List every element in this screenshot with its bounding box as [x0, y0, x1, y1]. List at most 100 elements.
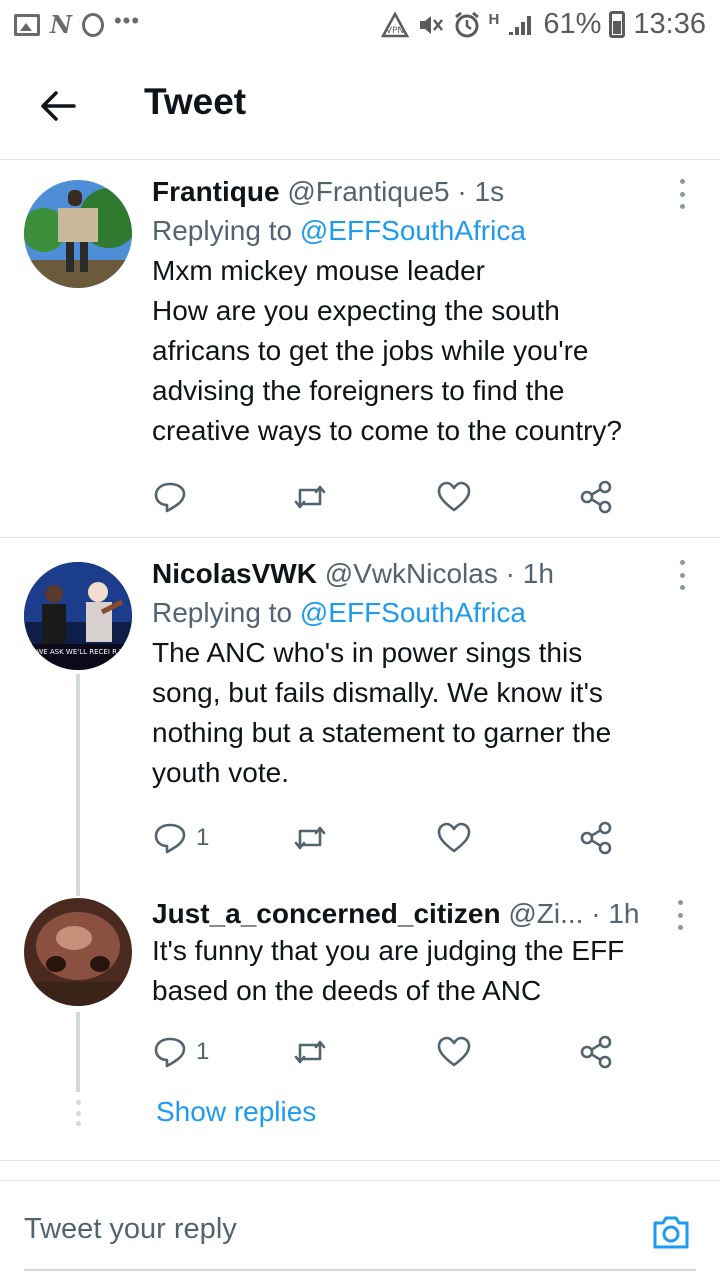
tweet-text-line: Mxm mickey mouse leader [152, 255, 485, 286]
system-icons: VPN H 61% 13:36 [380, 8, 706, 41]
tweet-text: The ANC who's in power sings this song, … [152, 633, 670, 793]
tweet-text: It's funny that you are judging the EFF … [152, 931, 680, 1011]
reply-composer: Tweet your reply [0, 1180, 720, 1280]
app-n-icon: N [50, 10, 72, 39]
reply-input[interactable]: Tweet your reply [24, 1213, 237, 1246]
tweet-text-line: How are you expecting the south [152, 295, 560, 326]
tweet-text-line: africans to get the jobs while you're [152, 335, 589, 366]
tweet-text-line: nothing but a statement to garner the [152, 717, 612, 748]
more-options-icon[interactable] [674, 179, 690, 209]
vpn-warning-icon: VPN [380, 10, 409, 37]
battery-icon [609, 11, 626, 38]
reply-count: 1 [196, 824, 210, 851]
reply-button[interactable]: 1 [152, 1030, 209, 1074]
tweet-text-line: song, but fails dismally. We know it's [152, 677, 603, 708]
reply-count: 1 [196, 1038, 210, 1065]
retweet-button[interactable] [292, 1030, 328, 1074]
author-name[interactable]: Frantique [152, 176, 280, 207]
author-name[interactable]: Just_a_concerned_citizen [152, 898, 501, 929]
reply-button[interactable]: 1 [152, 816, 209, 860]
app-header: Tweet [0, 50, 720, 160]
tweet[interactable]: IF WE ASK WE'LL RECEI R THE GREATER ME N… [0, 538, 720, 896]
share-button[interactable] [578, 475, 614, 519]
avatar-caption: IF WE ASK WE'LL RECEI R THE GREATER ME [28, 648, 132, 656]
tweet-body: Just_a_concerned_citizen @Zi... · 1h It'… [152, 897, 680, 1011]
camera-icon[interactable] [650, 1211, 692, 1253]
share-icon [580, 480, 612, 514]
like-button[interactable] [436, 816, 472, 860]
alarm-icon [454, 11, 479, 37]
avatar[interactable] [24, 898, 132, 1006]
tweet-text-line: The ANC who's in power sings this [152, 637, 583, 668]
svg-text:VPN: VPN [385, 26, 403, 36]
tweet-body: Frantique @Frantique5 · 1s Replying to @… [152, 175, 670, 451]
tweet-header: Just_a_concerned_citizen @Zi... · 1h [152, 898, 640, 929]
tweet-actions: 1 [152, 1030, 632, 1074]
retweet-icon [294, 826, 326, 850]
more-options-icon[interactable] [674, 560, 690, 590]
battery-percent: 61% [543, 8, 602, 40]
tweet-text-line: advising the foreigners to find the [152, 375, 565, 406]
thread-line [76, 1012, 80, 1092]
divider [0, 1160, 720, 1161]
clock: 13:36 [633, 8, 706, 40]
author-handle[interactable]: @Zi... [508, 898, 583, 929]
author-name[interactable]: NicolasVWK [152, 558, 317, 589]
reply-icon [154, 1037, 186, 1068]
show-replies-link[interactable]: Show replies [156, 1096, 316, 1128]
share-button[interactable] [578, 1030, 614, 1074]
tweet-time: 1s [474, 176, 505, 207]
page-title: Tweet [144, 81, 247, 122]
notification-icons: N ••• [14, 7, 141, 39]
share-button[interactable] [578, 816, 614, 860]
more-options-icon[interactable] [672, 900, 688, 930]
heart-icon [437, 481, 471, 512]
author-handle[interactable]: @VwkNicolas [325, 558, 498, 589]
signal-icon [509, 15, 532, 35]
thread-line [76, 674, 80, 896]
more-notifications-icon: ••• [113, 7, 141, 33]
tweet[interactable]: Just_a_concerned_citizen @Zi... · 1h It'… [0, 878, 720, 1092]
network-type: H [488, 11, 500, 28]
tweet-text-line: It's funny that you are judging the EFF [152, 935, 625, 966]
share-icon [580, 821, 612, 855]
retweet-icon [294, 1040, 326, 1064]
tweet-body: NicolasVWK @VwkNicolas · 1h Replying to … [152, 557, 670, 793]
back-arrow-icon[interactable] [36, 84, 80, 128]
mention-link[interactable]: @EFFSouthAfrica [300, 597, 526, 628]
retweet-icon [294, 485, 326, 509]
reply-icon [154, 482, 186, 513]
replying-to: Replying to @EFFSouthAfrica [152, 595, 670, 631]
reply-button[interactable] [152, 475, 196, 519]
tweet-text-line: creative ways to come to the country? [152, 415, 622, 446]
replying-prefix: Replying to [152, 215, 293, 246]
author-handle[interactable]: @Frantique5 [287, 176, 449, 207]
heart-icon [437, 1036, 471, 1067]
mention-link[interactable]: @EFFSouthAfrica [300, 215, 526, 246]
app-o-icon [81, 12, 104, 37]
thread-continuation-dots [73, 1100, 83, 1126]
tweet-header: Frantique @Frantique5 · 1s [152, 176, 505, 207]
avatar[interactable]: IF WE ASK WE'LL RECEI R THE GREATER ME [24, 562, 132, 670]
tweet-header: NicolasVWK @VwkNicolas · 1h [152, 558, 554, 589]
like-button[interactable] [436, 475, 472, 519]
reply-input-underline [24, 1269, 696, 1271]
mute-icon [419, 15, 443, 34]
tweet-actions: 1 [152, 816, 632, 860]
replying-prefix: Replying to [152, 597, 293, 628]
reply-icon [154, 823, 186, 854]
replying-to: Replying to @EFFSouthAfrica [152, 213, 670, 249]
tweet-time: 1h [608, 898, 640, 929]
retweet-button[interactable] [292, 475, 328, 519]
retweet-button[interactable] [292, 816, 328, 860]
tweet[interactable]: Frantique @Frantique5 · 1s Replying to @… [0, 161, 720, 537]
avatar[interactable] [24, 180, 132, 288]
tweet-text: Mxm mickey mouse leader How are you expe… [152, 251, 670, 451]
tweet-actions [152, 475, 632, 519]
image-notification-icon [14, 13, 40, 36]
like-button[interactable] [436, 1030, 472, 1074]
tweet-time: 1h [522, 558, 554, 589]
share-icon [580, 1035, 612, 1069]
status-bar: N ••• VPN H 61% 13:36 [0, 0, 720, 50]
tweet-text-line: youth vote. [152, 757, 289, 788]
